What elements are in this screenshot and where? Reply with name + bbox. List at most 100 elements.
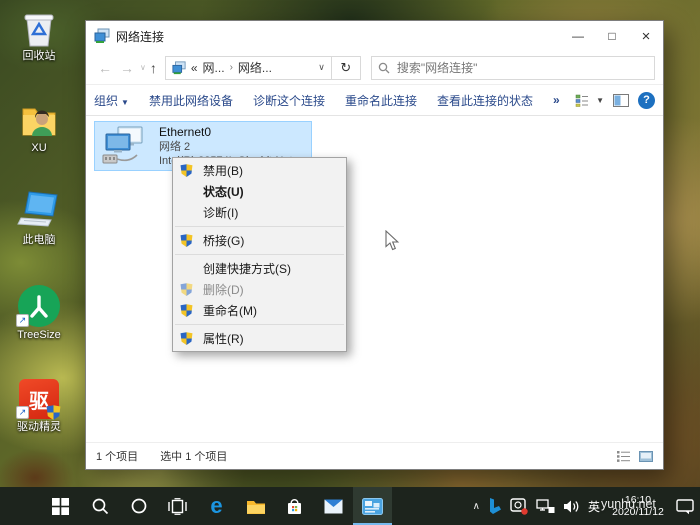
treesize-icon: ↗ xyxy=(6,281,72,327)
search-input[interactable] xyxy=(395,60,648,76)
back-button[interactable]: ← xyxy=(98,61,112,75)
close-button[interactable]: × xyxy=(629,21,663,51)
breadcrumb-network-connections[interactable]: 网络... xyxy=(238,59,272,76)
menu-item-label: 桥接(G) xyxy=(203,232,244,249)
uac-shield-icon xyxy=(180,332,193,345)
menu-item-label: 状态(U) xyxy=(203,183,244,200)
cortana-button[interactable] xyxy=(119,487,158,525)
uac-shield-icon xyxy=(46,405,61,420)
minimize-button[interactable]: — xyxy=(561,21,595,51)
window-title: 网络连接 xyxy=(116,28,164,45)
desktop-icon-label: 此电脑 xyxy=(6,234,72,246)
forward-button[interactable]: → xyxy=(120,61,134,75)
ime-indicator[interactable]: 英 xyxy=(588,498,600,515)
uac-shield-icon xyxy=(180,164,193,177)
desktop-icon-user-folder[interactable]: XU xyxy=(6,98,72,154)
breadcrumb-control-panel[interactable]: 网... xyxy=(203,59,225,76)
action-center-icon[interactable] xyxy=(676,498,694,515)
diagnose-connection-button[interactable]: 诊断这个连接 xyxy=(253,92,325,109)
history-dropdown-icon[interactable]: ∨ xyxy=(140,63,146,72)
taskbar: e xyxy=(0,487,700,525)
tray-capture-icon[interactable] xyxy=(510,497,528,515)
task-view-button[interactable] xyxy=(158,487,197,525)
edge-icon: e xyxy=(210,495,222,517)
status-bar: 1 个项目 选中 1 个项目 xyxy=(86,442,663,469)
adapter-name: Ethernet0 xyxy=(159,125,309,140)
network-connections-window-icon xyxy=(362,498,383,515)
uac-shield-icon xyxy=(180,304,193,317)
address-dropdown-icon[interactable]: ∨ xyxy=(312,62,331,73)
preview-pane-button[interactable] xyxy=(613,94,629,107)
address-bar[interactable]: « 网... › 网络... ∨ ↻ xyxy=(165,56,361,80)
menu-item-create-shortcut[interactable]: 创建快捷方式(S) xyxy=(173,258,346,279)
address-bar-icon xyxy=(172,61,186,75)
driver-genius-glyph: 驱 xyxy=(29,385,49,414)
thumbnail-view-toggle[interactable] xyxy=(639,451,653,462)
rename-connection-button[interactable]: 重命名此连接 xyxy=(345,92,417,109)
search-icon xyxy=(91,497,109,515)
menu-item-label: 创建快捷方式(S) xyxy=(203,260,291,277)
disable-device-button[interactable]: 禁用此网络设备 xyxy=(149,92,233,109)
menu-item-delete[interactable]: 删除(D) xyxy=(173,279,346,300)
details-view-toggle[interactable] xyxy=(617,451,631,462)
menu-item-label: 禁用(B) xyxy=(203,162,243,179)
network-connections-app-icon xyxy=(94,28,110,44)
cortana-icon xyxy=(130,497,148,515)
desktop-icon-label: XU xyxy=(6,142,72,154)
desktop-icon-treesize[interactable]: ↗ TreeSize xyxy=(6,281,72,341)
adapter-network: 网络 2 xyxy=(159,140,309,154)
up-button[interactable]: ↑ xyxy=(150,61,157,75)
tray-bing-icon[interactable] xyxy=(488,498,502,514)
refresh-button[interactable]: ↻ xyxy=(331,57,360,79)
maximize-button[interactable]: □ xyxy=(595,21,629,51)
caret-down-icon: ▼ xyxy=(596,96,604,105)
mail-icon xyxy=(324,499,343,514)
menu-separator xyxy=(175,226,344,227)
file-explorer-button[interactable] xyxy=(236,487,275,525)
menu-item-label: 删除(D) xyxy=(203,281,244,298)
this-pc-icon xyxy=(6,190,72,232)
uac-shield-icon xyxy=(180,234,193,247)
help-button[interactable]: ? xyxy=(638,92,655,109)
mail-button[interactable] xyxy=(314,487,353,525)
store-button[interactable] xyxy=(275,487,314,525)
start-button[interactable] xyxy=(41,487,80,525)
tray-volume-icon[interactable] xyxy=(563,499,580,514)
watermark: yunhu.net xyxy=(601,497,656,511)
view-status-button[interactable]: 查看此连接的状态 xyxy=(437,92,533,109)
search-icon xyxy=(378,62,390,74)
desktop-icon-label: TreeSize xyxy=(6,329,72,341)
navigation-bar: ← → ∨ ↑ « 网... › 网络... ∨ ↻ xyxy=(86,51,663,85)
overflow-chevron-button[interactable]: » xyxy=(553,93,560,107)
search-box[interactable] xyxy=(371,56,655,80)
command-bar: 组织▼ 禁用此网络设备 诊断这个连接 重命名此连接 查看此连接的状态 » ▼ xyxy=(86,85,663,116)
titlebar[interactable]: 网络连接 — □ × xyxy=(86,21,663,51)
menu-item-status[interactable]: 状态(U) xyxy=(173,181,346,202)
menu-item-rename[interactable]: 重命名(M) xyxy=(173,300,346,321)
hidden-icons-chevron[interactable]: ∧ xyxy=(473,501,480,512)
network-adapter-icon xyxy=(101,125,145,167)
desktop-icon-this-pc[interactable]: 此电脑 xyxy=(6,190,72,246)
change-view-button[interactable]: ▼ xyxy=(575,94,604,107)
organize-menu-button[interactable]: 组织▼ xyxy=(94,92,129,109)
recycle-bin-icon xyxy=(6,6,72,48)
desktop-icon-driver-genius[interactable]: 驱 ↗ 驱动精灵 xyxy=(6,375,72,433)
network-connections-taskbar-button[interactable] xyxy=(353,487,392,525)
edge-button[interactable]: e xyxy=(197,487,236,525)
tray-network-icon[interactable] xyxy=(536,499,555,514)
menu-separator xyxy=(175,254,344,255)
desktop-icon-label: 回收站 xyxy=(6,50,72,62)
item-count: 1 个项目 xyxy=(96,448,138,464)
file-explorer-icon xyxy=(246,498,266,515)
menu-item-properties[interactable]: 属性(R) xyxy=(173,328,346,349)
menu-item-bridge[interactable]: 桥接(G) xyxy=(173,230,346,251)
menu-item-label: 诊断(I) xyxy=(203,204,238,221)
desktop-icon-recycle-bin[interactable]: 回收站 xyxy=(6,6,72,62)
taskbar-search-button[interactable] xyxy=(80,487,119,525)
menu-item-diagnose[interactable]: 诊断(I) xyxy=(173,202,346,223)
menu-item-disable[interactable]: 禁用(B) xyxy=(173,160,346,181)
breadcrumb-prefix[interactable]: « xyxy=(191,61,198,75)
task-view-icon xyxy=(168,498,187,515)
desktop-icon-label: 驱动精灵 xyxy=(6,421,72,433)
context-menu: 禁用(B) 状态(U) 诊断(I) 桥接(G) 创建快捷方式(S) 删除(D) … xyxy=(172,157,347,352)
